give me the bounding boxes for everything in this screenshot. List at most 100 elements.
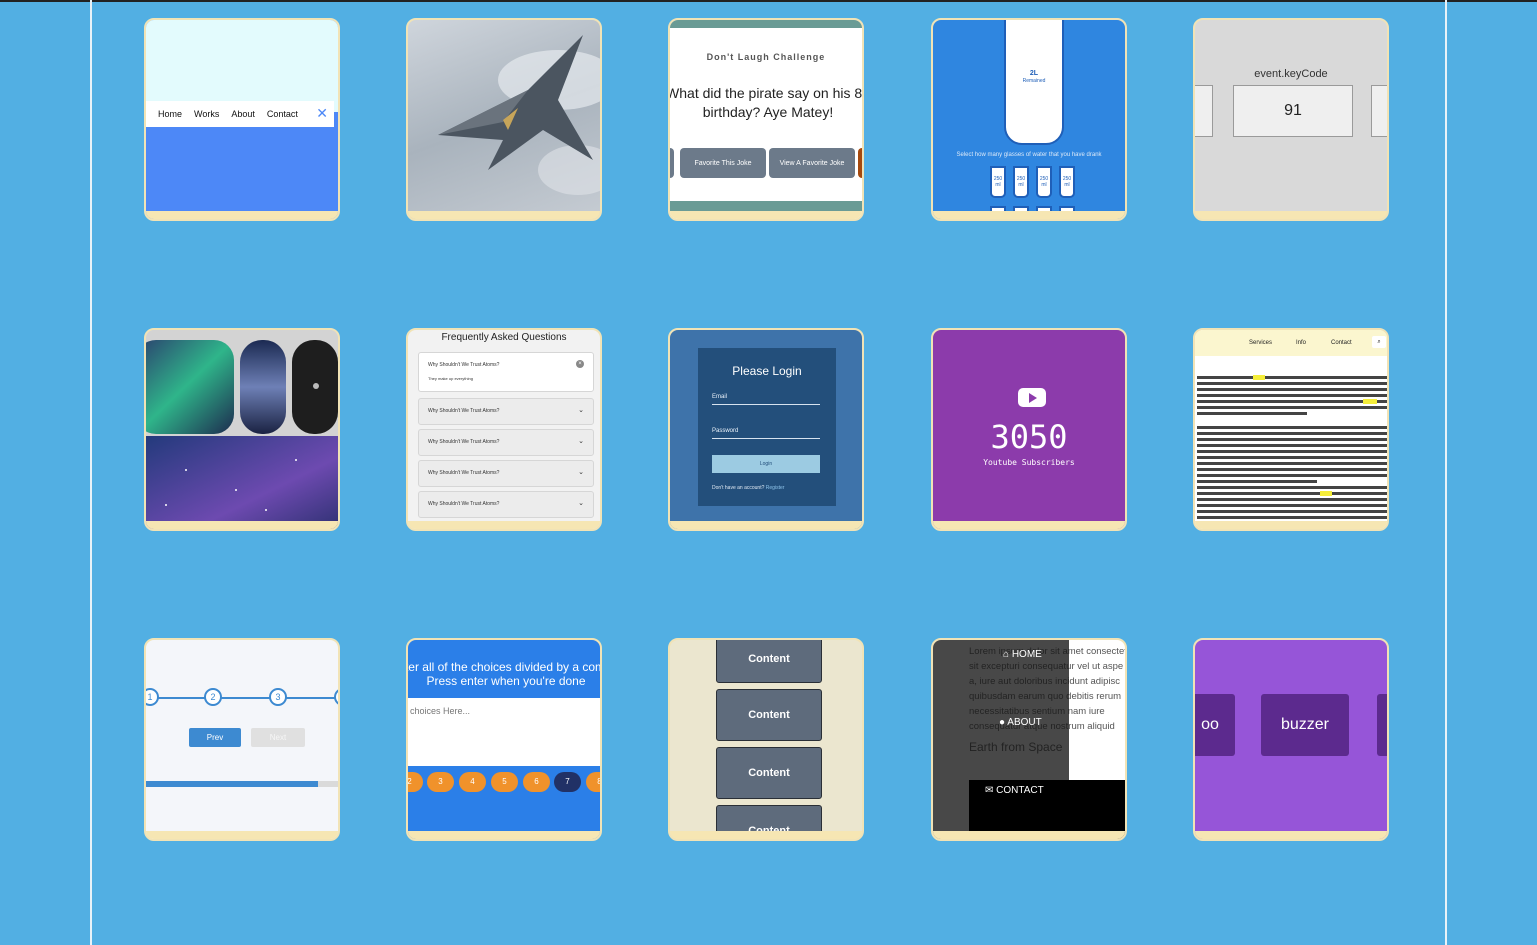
joke-answer: birthday? Aye Matey! [702,104,834,120]
favorite-joke-button[interactable]: Favorite This Joke [680,148,766,178]
project-card-counter[interactable]: 3050 Youtube Subscribers [931,328,1127,531]
key-box-left [1195,85,1213,137]
choice-tag: 6 [523,772,550,792]
faq-item[interactable]: Why Shouldn't We Trust Atoms? ⌄ [418,491,594,518]
choices-textarea[interactable]: Enter choices Here... [408,698,600,766]
panels-image [146,330,338,529]
glass[interactable]: 250 ml [1013,166,1029,198]
choices-placeholder: Enter choices Here... [408,706,471,716]
register-text: Don't have an account? Register [712,485,784,491]
water-prompt: Select how many glasses of water that yo… [956,152,1102,158]
nav-about[interactable]: ● ABOUT [999,717,1042,728]
project-card-dad-jokes[interactable]: Don't Laugh Challenge What did the pirat… [668,18,864,221]
nav-info[interactable]: Info [1296,340,1306,346]
joke-title: Don't Laugh Challenge [706,52,826,62]
progress-bar [146,781,338,787]
nav-home[interactable]: ⌂ HOME [1003,649,1042,660]
project-card-text-highlight[interactable]: Services Info Contact ⌕ [1193,328,1389,531]
subscriber-count: 3050 [990,418,1068,456]
register-link[interactable]: Register [766,485,785,491]
project-card-faq[interactable]: Frequently Asked Questions Why Shouldn't… [406,328,602,531]
key-box: 91 [1233,85,1353,137]
glass[interactable] [1036,206,1052,218]
project-card-navigation[interactable]: Home Works About Contact ✕ [144,18,340,221]
project-card-progress-steps[interactable]: 1 2 3 4 Prev Next [144,638,340,841]
top-border [0,0,1537,2]
step-1: 1 [146,688,159,706]
nav-contact[interactable]: ✉ CONTACT [985,785,1044,796]
left-divider [90,0,92,945]
project-card-random-choice[interactable]: Enter all of the choices divided by a co… [406,638,602,841]
project-card-jet-image[interactable] [406,18,602,221]
nav-contact[interactable]: Contact [267,109,298,119]
content-box: Content [716,747,822,799]
project-card-scroll-animation[interactable]: Content Content Content Content [668,638,864,841]
step-3: 3 [269,688,287,706]
nav-services[interactable]: Services [1249,340,1272,346]
content-box: Content [716,640,822,683]
next-button[interactable]: Next [251,728,305,747]
search-icon[interactable]: ⌕ [1372,336,1386,348]
glass[interactable] [1059,206,1075,218]
joke-question: What did the pirate say on his 80 [668,85,864,101]
project-card-login[interactable]: Please Login Email Password Login Don't … [668,328,864,531]
faq-item-open[interactable]: Why Shouldn't We Trust Atoms? They make … [418,352,594,392]
water-goal: 2L [1029,70,1039,77]
key-box-right [1371,85,1387,137]
login-title: Please Login [732,364,802,378]
faq-question: Why Shouldn't We Trust Atoms? [428,362,500,368]
faq-question: Why Shouldn't We Trust Atoms? [428,408,500,414]
project-card-keycode[interactable]: event.keyCode 91 [1193,18,1389,221]
choice-line-2: Press enter when you're done [426,674,586,688]
bottom-band [670,201,862,211]
choice-line-1: Enter all of the choices divided by a co… [406,660,600,674]
choice-tag: 8 [586,772,600,792]
choice-heading: Enter all of the choices divided by a co… [406,660,600,688]
fighter-jet-image [438,35,600,195]
highlighted-text [1197,375,1387,519]
sound-button[interactable]: buzzer [1261,694,1349,756]
glass[interactable]: 250 ml [1036,166,1052,198]
faq-item[interactable]: Why Shouldn't We Trust Atoms? ⌄ [418,460,594,487]
faq-question: Why Shouldn't We Trust Atoms? [428,501,500,507]
faq-question: Why Shouldn't We Trust Atoms? [428,470,500,476]
close-icon[interactable]: × [576,360,584,368]
email-field[interactable]: Email [712,394,820,405]
project-card-sound-board[interactable]: oo buzzer [1193,638,1389,841]
glass[interactable]: 250 ml [990,166,1006,198]
glass[interactable]: 250 ml [1059,166,1075,198]
contact-label: CONTACT [996,785,1044,796]
view-favorite-button[interactable]: View A Favorite Joke [769,148,855,178]
nav-bar: Services Info Contact ⌕ [1195,330,1387,356]
nav-works[interactable]: Works [194,109,219,119]
glass[interactable] [1013,206,1029,218]
choice-tag: 5 [491,772,518,792]
home-label: HOME [1011,649,1042,660]
glass[interactable] [990,206,1006,218]
subscriber-label: Youtube Subscribers [983,458,1075,467]
close-icon[interactable]: ✕ [316,105,328,122]
nav-contact[interactable]: Contact [1331,340,1352,346]
sound-button[interactable] [1377,694,1387,756]
chevron-down-icon: ⌄ [578,438,584,445]
login-button[interactable]: Login [712,455,820,473]
nav-about[interactable]: About [231,109,255,119]
nav-home[interactable]: Home [158,109,182,119]
faq-item[interactable]: Why Shouldn't We Trust Atoms? ⌄ [418,429,594,456]
prev-button[interactable]: Prev [189,728,241,747]
hero-area [146,20,338,112]
project-card-water-tracker[interactable]: 2L Remained Select how many glasses of w… [931,18,1127,221]
water-remained: Remained [1022,78,1046,84]
top-band [670,20,862,28]
faq-item[interactable]: Why Shouldn't We Trust Atoms? ⌄ [418,398,594,425]
nav-bar: Home Works About Contact ✕ [146,101,334,127]
choice-tag: 2 [408,772,423,792]
chevron-down-icon: ⌄ [578,500,584,507]
chevron-down-icon: ⌄ [578,407,584,414]
project-card-expanding-panels[interactable] [144,328,340,531]
sound-button[interactable]: oo [1195,694,1235,756]
project-card-rotating-nav[interactable]: Lorem ipsum dolor sit amet consectetur s… [931,638,1127,841]
password-field[interactable]: Password [712,428,820,439]
step-2: 2 [204,688,222,706]
login-panel: Please Login Email Password Login Don't … [698,348,836,506]
